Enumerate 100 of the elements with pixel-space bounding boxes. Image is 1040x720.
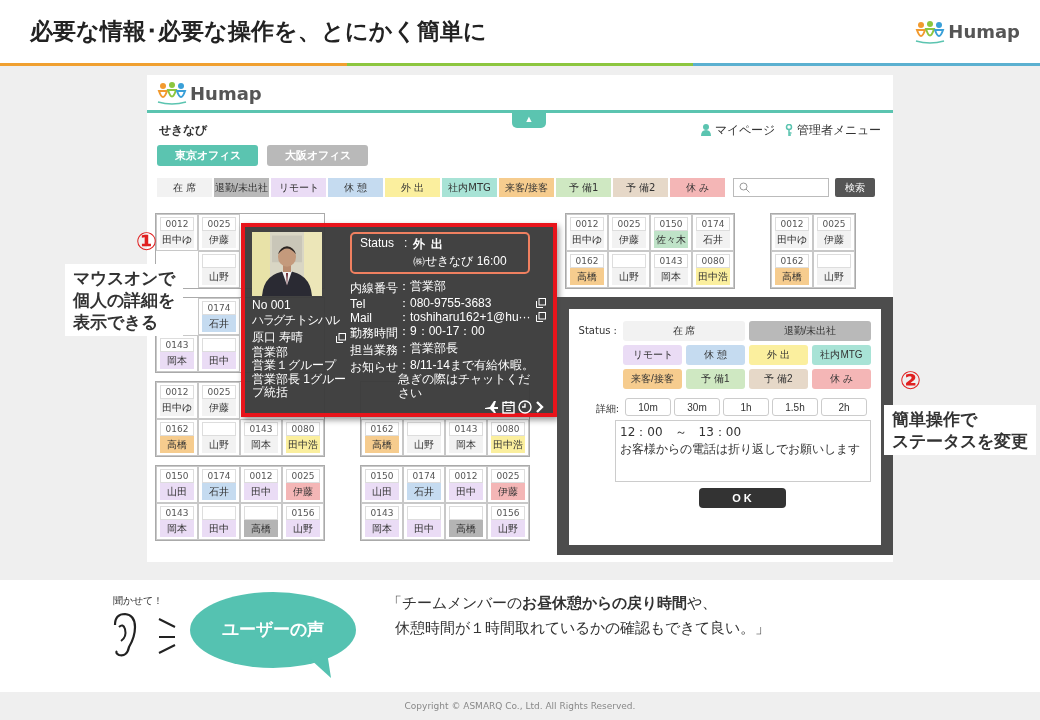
seat-name[interactable]: 山野 xyxy=(491,520,525,537)
status-button[interactable]: リモート xyxy=(623,345,682,365)
seat-name[interactable]: 高橋 xyxy=(570,268,604,285)
seat-number: 0150 xyxy=(365,469,399,483)
seat-name[interactable]: 高橋 xyxy=(160,436,194,453)
callout-text: 簡単操作で xyxy=(892,408,977,431)
slide-title: 必要な情報･必要な操作を、とにかく簡単に xyxy=(30,17,487,46)
seat-name[interactable]: 石井 xyxy=(696,231,730,248)
duration-button[interactable]: 10m xyxy=(625,398,671,416)
seat-name[interactable]: 山野 xyxy=(202,268,236,285)
callout-text: 個人の詳細を xyxy=(73,289,175,312)
seat-name[interactable]: 高橋 xyxy=(449,520,483,537)
status-button[interactable]: 予 備1 xyxy=(686,369,745,389)
status-button[interactable]: 休 み xyxy=(812,369,871,389)
seat-name[interactable]: 岡本 xyxy=(244,436,278,453)
seat-name[interactable]: 伊藤 xyxy=(612,231,646,248)
nav-link[interactable]: 管理者メニュー xyxy=(797,121,881,139)
prompt-text: 聞かせて！ xyxy=(113,594,164,608)
seat-name[interactable]: 岡本 xyxy=(654,268,688,285)
logo-text: Humap xyxy=(190,82,262,104)
seat-name[interactable]: 田中ゆ xyxy=(160,399,194,416)
seat-number: 0080 xyxy=(491,422,525,436)
seat-name[interactable]: 佐々木 xyxy=(654,231,688,248)
seat-number: 0012 xyxy=(775,217,809,231)
status-button[interactable]: 外 出 xyxy=(749,345,808,365)
seat-number: 0080 xyxy=(696,254,730,268)
field-value: ：toshiharu162+1@hu··· xyxy=(398,311,532,325)
status-legend: 社内MTG xyxy=(442,178,497,197)
seat-name[interactable]: 石井 xyxy=(407,483,441,500)
status-button[interactable]: 休 憩 xyxy=(686,345,745,365)
seat-name[interactable]: 田中ゆ xyxy=(570,231,604,248)
department-text: 営業１グループ xyxy=(252,359,338,373)
employee-name: 原口 寿晴 xyxy=(252,329,304,346)
seat-name[interactable]: 田中浩 xyxy=(286,436,320,453)
search-button[interactable]: 検索 xyxy=(835,178,875,197)
seat-name[interactable]: 田中 xyxy=(202,520,236,537)
seat-name[interactable]: 石井 xyxy=(202,315,236,332)
seat-name[interactable]: 伊藤 xyxy=(286,483,320,500)
seat-name[interactable]: 高橋 xyxy=(775,268,809,285)
seat-name[interactable]: 石井 xyxy=(202,483,236,500)
name-reading: ハラグチ トシハル xyxy=(252,312,341,329)
seat-name[interactable]: 岡本 xyxy=(160,520,194,537)
seat-name[interactable]: 高橋 xyxy=(244,520,278,537)
seat-name[interactable]: 山野 xyxy=(817,268,851,285)
ok-button[interactable]: O K xyxy=(698,488,786,508)
status-button[interactable]: 来客/接客 xyxy=(623,369,682,389)
seat-name[interactable]: 岡本 xyxy=(365,520,399,537)
seat-number: 0143 xyxy=(160,506,194,520)
status-button[interactable]: 社内MTG xyxy=(812,345,871,365)
status-legend: 予 備1 xyxy=(556,178,611,197)
field-value: ：8/11-14まで有給休暇。急ぎの際はチャットください xyxy=(398,359,535,401)
status-button[interactable]: 退勤/未出社 xyxy=(749,321,871,341)
seat-name[interactable]: 岡本 xyxy=(449,436,483,453)
status-button[interactable]: 在 席 xyxy=(623,321,745,341)
user-quote: 「チームメンバーのお昼休憩からの戻り時間や、 xyxy=(387,594,717,613)
page-title: せきなび xyxy=(159,121,207,139)
user-quote: 休憩時間が１時間取れているかの確認もできて良い。」 xyxy=(395,619,770,638)
seat-name[interactable]: 田中浩 xyxy=(491,436,525,453)
callout-text: 表示できる xyxy=(73,311,158,334)
seat-name[interactable]: 田中 xyxy=(407,520,441,537)
seat-name[interactable]: 山野 xyxy=(612,268,646,285)
nav-link[interactable]: マイページ xyxy=(715,121,775,139)
status-button[interactable]: 予 備2 xyxy=(749,369,808,389)
seat-name[interactable]: 伊藤 xyxy=(202,399,236,416)
seat-name[interactable]: 伊藤 xyxy=(491,483,525,500)
seat-number: 0012 xyxy=(160,385,194,399)
seat-name[interactable]: 伊藤 xyxy=(202,231,236,248)
status-legend: 退勤/未出社 xyxy=(214,178,269,197)
status-separator: : xyxy=(404,236,408,252)
seat-number: 0025 xyxy=(817,217,851,231)
note-field[interactable]: 12：00 ～ 13：00 お客様からの電話は折り返しでお願いします xyxy=(615,420,871,482)
field-label: 担当業務 xyxy=(350,342,398,359)
seat-name[interactable]: 田中浩 xyxy=(696,268,730,285)
duration-button[interactable]: 1h xyxy=(723,398,769,416)
seat-name[interactable]: 山田 xyxy=(160,483,194,500)
duration-button[interactable]: 1.5h xyxy=(772,398,818,416)
seat-number: 0012 xyxy=(244,469,278,483)
duration-button[interactable]: 2h xyxy=(821,398,867,416)
seat-name[interactable]: 高橋 xyxy=(365,436,399,453)
duration-button[interactable]: 30m xyxy=(674,398,720,416)
status-legend: 休 み xyxy=(670,178,725,197)
seat-number: 0174 xyxy=(407,469,441,483)
seat-name[interactable]: 田中 xyxy=(202,352,236,369)
seat-name[interactable]: 田中ゆ xyxy=(775,231,809,248)
seat-name[interactable]: 山野 xyxy=(407,436,441,453)
seat-name[interactable]: 山田 xyxy=(365,483,399,500)
seat-name[interactable]: 田中 xyxy=(244,483,278,500)
seat-name[interactable]: 山野 xyxy=(286,520,320,537)
seat-number: 0025 xyxy=(491,469,525,483)
field-label: お知らせ xyxy=(350,359,398,376)
seat-name[interactable]: 田中ゆ xyxy=(160,231,194,248)
status-legend: 外 出 xyxy=(385,178,440,197)
seat-number: 0012 xyxy=(570,217,604,231)
field-value: ：9：00-17：00 xyxy=(398,325,486,339)
seat-number: 0080 xyxy=(286,422,320,436)
seat-name[interactable]: 岡本 xyxy=(160,352,194,369)
department-text: 営業部 xyxy=(252,346,289,359)
seat-name[interactable]: 田中 xyxy=(449,483,483,500)
seat-name[interactable]: 山野 xyxy=(202,436,236,453)
seat-name[interactable]: 伊藤 xyxy=(817,231,851,248)
